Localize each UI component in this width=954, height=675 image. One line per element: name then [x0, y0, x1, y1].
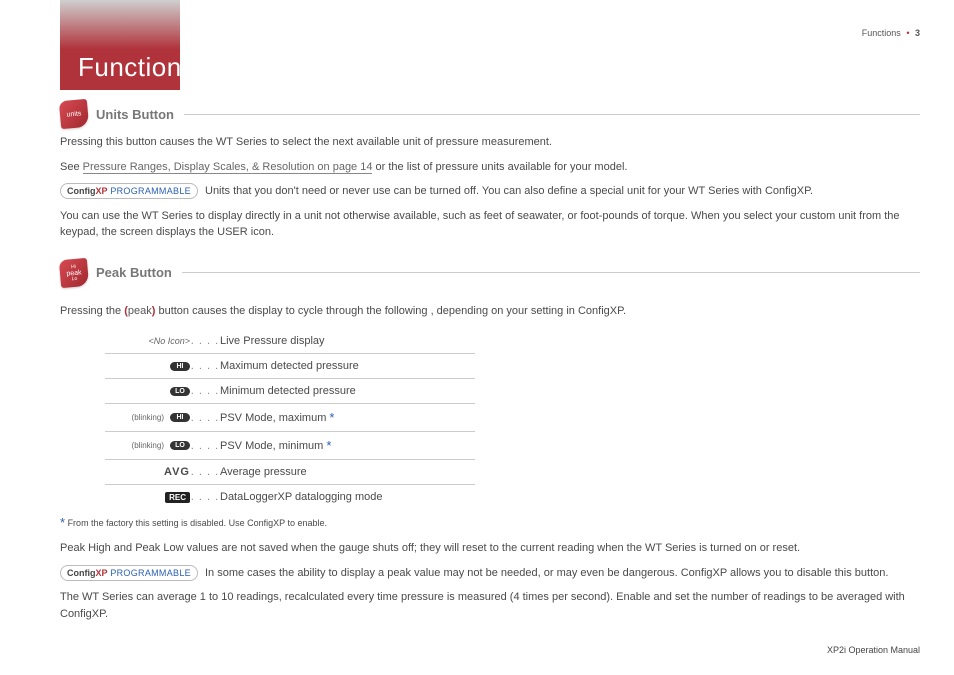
- peak-rule: [182, 272, 920, 273]
- units-p2a: See: [60, 161, 83, 173]
- dots-separator: . . . .: [190, 385, 220, 397]
- dots-separator: . . . .: [190, 360, 220, 372]
- table-row: (blinking) HI. . . .PSV Mode, maximum *: [105, 404, 475, 432]
- configxp-badge: ConfigXP PROGRAMMABLE: [60, 183, 198, 199]
- avg-icon: AVG: [164, 466, 190, 478]
- row-description: PSV Mode, minimum *: [220, 438, 475, 453]
- row-desc-text: Minimum detected pressure: [220, 385, 356, 397]
- row-description: Live Pressure display: [220, 335, 475, 347]
- units-rule: [184, 114, 920, 115]
- table-row: LO. . . .Minimum detected pressure: [105, 379, 475, 404]
- row-desc-text: DataLoggerXP datalogging mode: [220, 491, 382, 503]
- blinking-label: (blinking): [132, 413, 164, 422]
- units-heading: Units Button: [96, 107, 174, 122]
- units-para-1: Pressing this button causes the WT Serie…: [60, 134, 920, 151]
- units-icon-label: units: [66, 110, 81, 118]
- row-desc-text: Maximum detected pressure: [220, 360, 359, 372]
- configxp-badge-2: ConfigXP PROGRAMMABLE: [60, 565, 198, 581]
- header-page-number: 3: [915, 28, 920, 38]
- peak-intro: Pressing the (peak) button causes the di…: [60, 303, 920, 320]
- peak-p2-text: In some cases the ability to display a p…: [202, 567, 889, 579]
- header-page-ref: Functions • 3: [862, 28, 920, 38]
- dots-separator: . . . .: [190, 412, 220, 424]
- row-description: Average pressure: [220, 466, 475, 478]
- row-icon-cell: AVG: [105, 466, 190, 478]
- units-p2b: or the list of pressure units available …: [372, 161, 627, 173]
- peak-icon-lo: Lo: [72, 276, 78, 281]
- lo-pill-icon: LO: [170, 441, 190, 450]
- row-description: Minimum detected pressure: [220, 385, 475, 397]
- table-row: REC. . . .DataLoggerXP datalogging mode: [105, 485, 475, 509]
- peak-word: peak: [128, 305, 152, 317]
- units-section-header: units Units Button: [60, 100, 920, 128]
- badge-xp: XP: [96, 186, 108, 196]
- badge2-config: Config: [67, 568, 96, 578]
- peak-para-3: The WT Series can average 1 to 10 readin…: [60, 589, 920, 622]
- hi-pill-icon: HI: [170, 362, 190, 371]
- peak-para-1: Peak High and Peak Low values are not sa…: [60, 540, 920, 557]
- star-icon: *: [326, 438, 331, 453]
- peak-section-header: Hi peak Lo Peak Button: [60, 259, 920, 287]
- row-icon-cell: (blinking) HI: [105, 413, 190, 422]
- content-area: units Units Button Pressing this button …: [60, 100, 920, 630]
- table-row: <No Icon>. . . .Live Pressure display: [105, 329, 475, 354]
- page-title: Functions: [78, 52, 195, 83]
- lo-pill-icon: LO: [170, 387, 190, 396]
- row-icon-cell: LO: [105, 387, 190, 396]
- peak-footnote: * From the factory this setting is disab…: [60, 515, 920, 530]
- units-p3-text: Units that you don't need or never use c…: [202, 185, 813, 197]
- peak-intro-a: Pressing the: [60, 305, 124, 317]
- header-dot: •: [903, 28, 912, 38]
- dots-separator: . . . .: [190, 491, 220, 503]
- units-button-icon: units: [59, 99, 89, 129]
- dots-separator: . . . .: [190, 466, 220, 478]
- no-icon-label: <No Icon>: [148, 336, 190, 346]
- dots-separator: . . . .: [190, 335, 220, 347]
- badge2-xp: XP: [96, 568, 108, 578]
- badge-programmable: PROGRAMMABLE: [108, 186, 191, 196]
- footer-manual-name: XP2i Operation Manual: [827, 645, 920, 655]
- units-para-3: ConfigXP PROGRAMMABLE Units that you don…: [60, 183, 920, 200]
- row-description: Maximum detected pressure: [220, 360, 475, 372]
- units-para-4: You can use the WT Series to display dir…: [60, 208, 920, 241]
- row-icon-cell: <No Icon>: [105, 336, 190, 346]
- peak-button-icon: Hi peak Lo: [59, 257, 89, 287]
- row-description: PSV Mode, maximum *: [220, 410, 475, 425]
- star-icon: *: [329, 410, 334, 425]
- badge2-programmable: PROGRAMMABLE: [108, 568, 191, 578]
- dots-separator: . . . .: [190, 440, 220, 452]
- units-para-2: See Pressure Ranges, Display Scales, & R…: [60, 159, 920, 176]
- peak-intro-b: button causes the display to cycle throu…: [155, 305, 626, 317]
- row-desc-text: PSV Mode, minimum: [220, 440, 326, 452]
- row-icon-cell: REC: [105, 492, 190, 503]
- table-row: AVG. . . .Average pressure: [105, 460, 475, 485]
- row-desc-text: Live Pressure display: [220, 335, 325, 347]
- blinking-label: (blinking): [132, 441, 164, 450]
- peak-para-2: ConfigXP PROGRAMMABLE In some cases the …: [60, 565, 920, 582]
- pressure-ranges-link[interactable]: Pressure Ranges, Display Scales, & Resol…: [83, 161, 373, 174]
- table-row: HI. . . .Maximum detected pressure: [105, 354, 475, 379]
- row-icon-cell: (blinking) LO: [105, 441, 190, 450]
- rec-icon: REC: [165, 492, 190, 503]
- footnote-text: From the factory this setting is disable…: [65, 518, 327, 528]
- peak-cycle-table: <No Icon>. . . .Live Pressure displayHI.…: [105, 329, 475, 509]
- row-description: DataLoggerXP datalogging mode: [220, 491, 475, 503]
- row-desc-text: PSV Mode, maximum: [220, 412, 329, 424]
- row-desc-text: Average pressure: [220, 466, 307, 478]
- badge-config: Config: [67, 186, 96, 196]
- hi-pill-icon: HI: [170, 413, 190, 422]
- table-row: (blinking) LO. . . .PSV Mode, minimum *: [105, 432, 475, 460]
- row-icon-cell: HI: [105, 362, 190, 371]
- header-section-label: Functions: [862, 28, 901, 38]
- peak-heading: Peak Button: [96, 265, 172, 280]
